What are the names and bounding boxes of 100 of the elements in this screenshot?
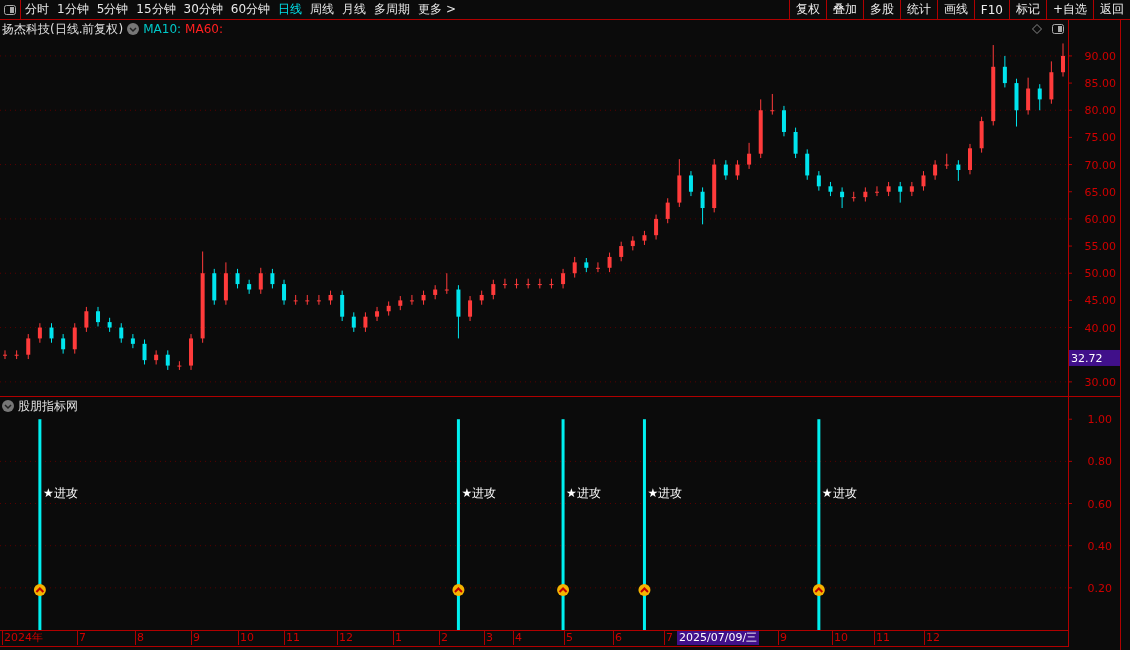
toolbar-button[interactable]: 画线: [936, 0, 974, 19]
candlestick: [398, 295, 403, 311]
price-tick: 70.00: [1084, 158, 1116, 172]
candlestick: [584, 257, 589, 273]
candlestick: [770, 93, 775, 116]
collapse-icon[interactable]: [127, 23, 140, 35]
toolbar-button[interactable]: 标记: [1008, 0, 1046, 19]
candlestick: [456, 284, 461, 339]
candlestick: [921, 170, 926, 192]
candlestick: [177, 360, 182, 371]
price-tick: 75.00: [1084, 131, 1116, 145]
price-tick: 90.00: [1084, 49, 1116, 63]
indicator-title: 股朋指标网: [18, 397, 78, 415]
period-tab[interactable]: 30分钟: [179, 0, 227, 19]
candlestick: [549, 278, 554, 289]
period-tab[interactable]: 1分钟: [53, 0, 93, 19]
candlestick: [898, 181, 903, 204]
candlestick: [933, 159, 938, 181]
period-tab[interactable]: 多周期: [370, 0, 415, 19]
candlestick: [409, 294, 414, 306]
candlestick: [479, 290, 484, 306]
candlestick: [433, 284, 438, 300]
candlestick: [491, 279, 496, 300]
candlestick: [642, 230, 647, 246]
date-tick: 7: [77, 631, 86, 645]
signal-label: ★进攻: [566, 486, 601, 501]
candlestick: [793, 127, 798, 159]
candlestick: [1014, 78, 1019, 128]
date-tick: 3: [484, 631, 493, 645]
period-tab[interactable]: 日线: [274, 0, 307, 19]
candlestick: [49, 322, 54, 344]
toolbar-button[interactable]: 复权: [788, 0, 826, 19]
date-tick: 2: [439, 631, 448, 645]
candlestick: [607, 252, 612, 273]
date-tick: 9: [191, 631, 200, 645]
candlestick: [96, 306, 100, 327]
candlestick: [840, 186, 845, 209]
period-tab[interactable]: 更多 >: [414, 0, 460, 19]
candlestick: [909, 181, 914, 197]
price-tick: 65.00: [1084, 185, 1116, 199]
candlestick: [1061, 42, 1065, 78]
price-tick: 40.00: [1084, 321, 1116, 335]
signal-label: ★进攻: [42, 486, 78, 501]
candlestick: [72, 322, 77, 355]
candlestick: [956, 159, 961, 182]
toolbar-button[interactable]: 叠加: [825, 0, 863, 19]
candlestick: [235, 268, 240, 289]
period-tab[interactable]: 月线: [338, 0, 371, 19]
candlestick: [747, 142, 752, 170]
candlestick: [1037, 83, 1042, 111]
toolbar-button[interactable]: F10: [973, 0, 1009, 19]
candlestick: [1026, 77, 1031, 116]
candlestick: [514, 278, 519, 289]
candlestick: [677, 158, 682, 208]
period-tab[interactable]: 15分钟: [132, 0, 180, 19]
candlestick: [1002, 55, 1007, 88]
candlestick: [375, 306, 380, 322]
period-tab[interactable]: 分时: [21, 0, 53, 19]
date-tick: 2024年: [2, 631, 43, 645]
candlestick: [537, 278, 542, 289]
date-tick: 8: [135, 631, 144, 645]
candlestick: [979, 116, 984, 154]
panel-toggle-icon[interactable]: [4, 4, 16, 15]
collapse-icon[interactable]: [2, 400, 14, 412]
indicator-tick: 0.80: [1087, 455, 1112, 469]
candlestick: [305, 294, 310, 306]
candlestick: [328, 290, 333, 306]
date-tick: 6: [613, 631, 622, 645]
candlestick: [421, 290, 426, 306]
stock-title: 扬杰科技(日线.前复权): [2, 20, 124, 38]
price-tick: 30.00: [1084, 375, 1116, 389]
candlestick: [165, 349, 170, 371]
candlestick: [212, 268, 217, 306]
candlestick: [142, 339, 147, 365]
price-tick: 45.00: [1084, 294, 1116, 308]
toolbar-button[interactable]: 多股: [862, 0, 900, 19]
candlestick: [781, 105, 786, 137]
candlestick: [875, 185, 879, 197]
candlestick: [561, 268, 566, 289]
date-tick: 9: [778, 631, 787, 645]
period-tab[interactable]: 5分钟: [92, 0, 133, 19]
candlestick: [154, 349, 159, 365]
toolbar-button[interactable]: 统计: [899, 0, 937, 19]
indicator-tick: 0.60: [1087, 497, 1112, 511]
indicator-label: MA10:: [143, 22, 182, 36]
candlestick: [14, 349, 19, 360]
period-tab[interactable]: 60分钟: [226, 0, 275, 19]
date-tick: 4: [513, 631, 522, 645]
candlestick: [351, 311, 356, 333]
period-tab[interactable]: 周线: [306, 0, 339, 19]
price-tick: 55.00: [1084, 240, 1116, 254]
candlestick: [1049, 60, 1054, 105]
candlestick: [630, 235, 635, 251]
toolbar-button[interactable]: 返回: [1093, 0, 1130, 19]
candlestick: [863, 186, 868, 202]
candlestick: [851, 191, 856, 202]
panel-toggle-icon[interactable]: [1052, 24, 1064, 34]
candlestick: [84, 306, 89, 333]
candlestick: [572, 256, 577, 279]
toolbar-button[interactable]: +自选: [1045, 0, 1093, 19]
